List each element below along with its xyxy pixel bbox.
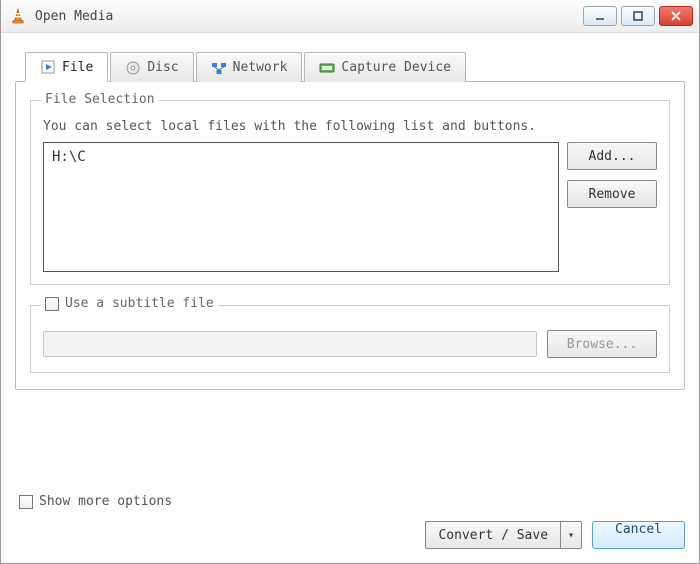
tab-disc[interactable]: Disc [110, 52, 193, 82]
footer: Show more options Convert / Save ▾ Cance… [1, 486, 699, 563]
tab-disc-label: Disc [147, 60, 178, 75]
window-controls [583, 6, 697, 26]
file-selection-legend: File Selection [41, 92, 159, 107]
file-selection-group: File Selection You can select local file… [30, 100, 670, 285]
file-list-item[interactable]: H:\C [52, 149, 550, 165]
disc-icon [125, 60, 141, 76]
tab-file-label: File [62, 60, 93, 75]
show-more-options-checkbox[interactable] [19, 495, 33, 509]
use-subtitle-checkbox[interactable] [45, 297, 59, 311]
convert-save-label: Convert / Save [438, 528, 548, 543]
open-media-window: Open Media File [0, 0, 700, 564]
subtitle-path-input[interactable] [43, 331, 537, 357]
minimize-button[interactable] [583, 6, 617, 26]
remove-button-label: Remove [589, 187, 636, 202]
file-list[interactable]: H:\C [43, 142, 559, 272]
file-selection-hint: You can select local files with the foll… [43, 119, 657, 134]
maximize-button[interactable] [621, 6, 655, 26]
file-play-icon [40, 59, 56, 75]
add-button[interactable]: Add... [567, 142, 657, 170]
browse-button-label: Browse... [567, 337, 637, 352]
tab-file[interactable]: File [25, 52, 108, 82]
chevron-down-icon: ▾ [568, 530, 574, 541]
close-button[interactable] [659, 6, 693, 26]
show-more-options-label: Show more options [39, 494, 172, 509]
tab-network-label: Network [233, 60, 288, 75]
remove-button[interactable]: Remove [567, 180, 657, 208]
titlebar: Open Media [1, 0, 699, 33]
tab-capture-device[interactable]: Capture Device [304, 52, 466, 82]
convert-save-dropdown[interactable]: ▾ [560, 521, 582, 549]
network-icon [211, 60, 227, 76]
tab-capture-label: Capture Device [341, 60, 451, 75]
content-area: File Disc Network [1, 33, 699, 486]
tab-network[interactable]: Network [196, 52, 303, 82]
capture-device-icon [319, 60, 335, 76]
window-title: Open Media [35, 9, 583, 24]
add-button-label: Add... [589, 149, 636, 164]
tab-panel-file: File Selection You can select local file… [15, 81, 685, 390]
browse-subtitle-button[interactable]: Browse... [547, 330, 657, 358]
use-subtitle-label: Use a subtitle file [65, 296, 214, 311]
subtitle-group: Use a subtitle file Browse... [30, 305, 670, 373]
vlc-cone-icon [9, 7, 27, 25]
cancel-button[interactable]: Cancel [592, 521, 685, 549]
tab-bar: File Disc Network [15, 51, 685, 81]
convert-save-button[interactable]: Convert / Save [425, 521, 560, 549]
cancel-button-label: Cancel [615, 522, 662, 537]
convert-save-split-button: Convert / Save ▾ [425, 521, 582, 549]
